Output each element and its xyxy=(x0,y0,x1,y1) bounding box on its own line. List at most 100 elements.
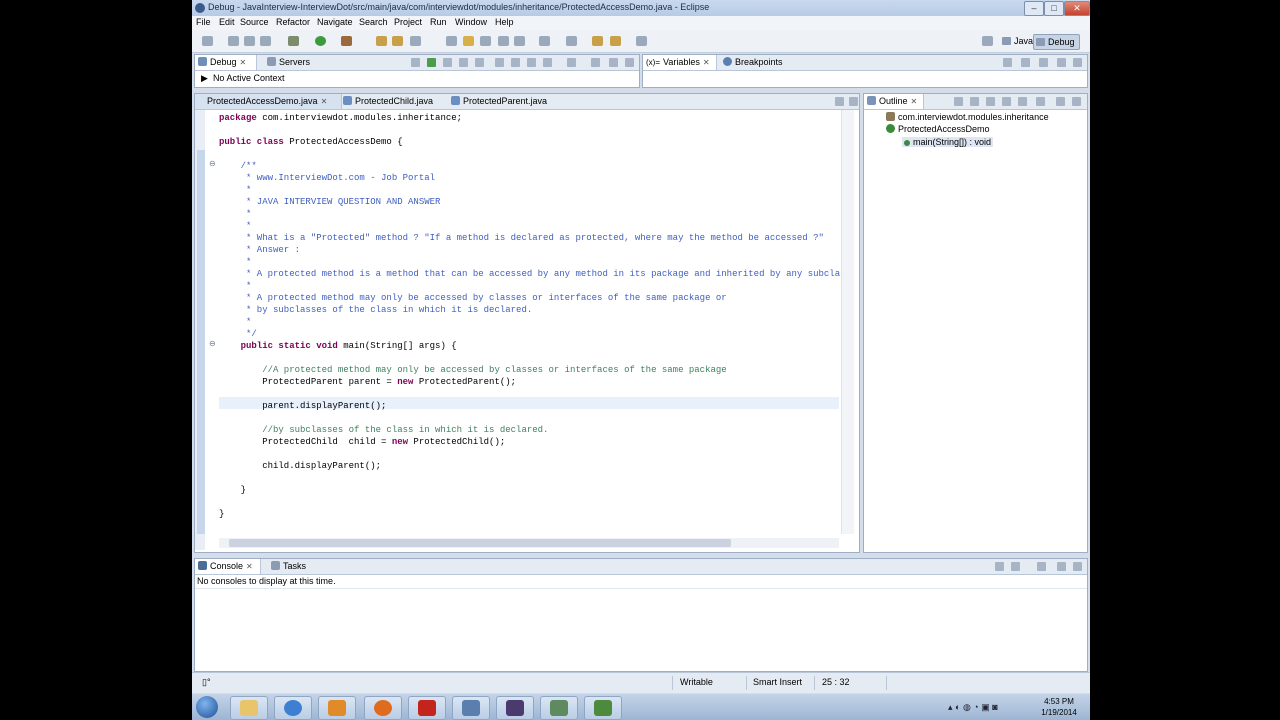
tab-protected-parent[interactable]: ProtectedParent.java xyxy=(451,94,547,109)
tab-servers[interactable]: Servers xyxy=(267,55,310,70)
fold-method-icon[interactable]: ⊖ xyxy=(209,340,217,348)
taskbar-explorer[interactable] xyxy=(230,696,268,720)
open-console-icon[interactable] xyxy=(1037,562,1046,571)
menu-edit[interactable]: Edit xyxy=(219,17,235,27)
menu-project[interactable]: Project xyxy=(394,17,422,27)
close-icon[interactable]: ✕ xyxy=(240,58,247,67)
view-menu-icon[interactable] xyxy=(1036,97,1045,106)
back-icon[interactable] xyxy=(610,36,621,46)
open-perspective-icon[interactable] xyxy=(982,36,993,46)
maximize-view-icon[interactable] xyxy=(1072,97,1081,106)
minimize-view-icon[interactable] xyxy=(1057,562,1066,571)
menu-file[interactable]: File xyxy=(196,17,211,27)
minimize-view-icon[interactable] xyxy=(609,58,618,67)
pin-console-icon[interactable] xyxy=(995,562,1004,571)
close-icon[interactable]: ✕ xyxy=(703,58,710,67)
drop-to-frame-icon[interactable] xyxy=(543,58,552,67)
debug-tree-item[interactable]: ▶ No Active Context xyxy=(201,73,284,84)
collapse-all-icon[interactable] xyxy=(954,97,963,106)
hide-static-icon[interactable] xyxy=(1002,97,1011,106)
menu-source[interactable]: Source xyxy=(240,17,269,27)
disconnect-icon[interactable] xyxy=(475,58,484,67)
highlight-icon[interactable] xyxy=(463,36,474,46)
close-icon[interactable]: ✕ xyxy=(246,562,253,571)
minimize-view-icon[interactable] xyxy=(835,97,844,106)
maximize-view-icon[interactable] xyxy=(1073,562,1082,571)
use-step-filters-icon[interactable] xyxy=(567,58,576,67)
taskbar-acrobat[interactable] xyxy=(408,696,446,720)
open-task-icon[interactable] xyxy=(392,36,403,46)
taskbar-ie[interactable] xyxy=(274,696,312,720)
minimize-button[interactable]: – xyxy=(1024,1,1044,16)
system-tray-icons[interactable]: ▴ ◐ ◍ ◔ ▣ ◙ xyxy=(948,702,1028,712)
save-icon[interactable] xyxy=(228,36,239,46)
maximize-view-icon[interactable] xyxy=(625,58,634,67)
hide-nonpublic-icon[interactable] xyxy=(1018,97,1027,106)
external-tools-icon[interactable] xyxy=(341,36,352,46)
fold-comment-icon[interactable]: ⊖ xyxy=(209,160,217,168)
run-icon[interactable] xyxy=(315,36,326,46)
forward-icon[interactable] xyxy=(636,36,647,46)
open-type-icon[interactable] xyxy=(376,36,387,46)
step-return-icon[interactable] xyxy=(527,58,536,67)
tab-tasks[interactable]: Tasks xyxy=(271,559,306,574)
show-type-names-icon[interactable] xyxy=(1003,58,1012,67)
taskbar-clock[interactable]: 4:53 PM 1/19/2014 xyxy=(1034,696,1084,718)
menu-window[interactable]: Window xyxy=(455,17,487,27)
tab-protected-access-demo[interactable]: ProtectedAccessDemo.java ✕ xyxy=(195,94,342,109)
hide-fields-icon[interactable] xyxy=(986,97,995,106)
collapse-all-icon[interactable] xyxy=(1039,58,1048,67)
tab-variables[interactable]: (x)= Variables ✕ xyxy=(643,55,717,70)
new-icon[interactable] xyxy=(202,36,213,46)
taskbar-chart[interactable] xyxy=(584,696,622,720)
tab-outline[interactable]: Outline ✕ xyxy=(864,94,924,109)
prev-annotation-icon[interactable] xyxy=(566,36,577,46)
menu-refactor[interactable]: Refactor xyxy=(276,17,310,27)
display-console-icon[interactable] xyxy=(1011,562,1020,571)
outline-method[interactable]: main(String[]) : void xyxy=(902,137,994,147)
maximize-button[interactable]: □ xyxy=(1044,1,1064,16)
debug-icon[interactable] xyxy=(288,36,299,46)
resume-icon[interactable] xyxy=(411,58,420,67)
taskbar-save[interactable] xyxy=(452,696,490,720)
terminate-icon[interactable] xyxy=(459,58,468,67)
close-icon[interactable]: ✕ xyxy=(321,97,328,106)
taskbar-firefox[interactable] xyxy=(364,696,402,720)
code-area[interactable]: package com.interviewdot.modules.inherit… xyxy=(219,110,851,532)
search-icon[interactable] xyxy=(410,36,421,46)
maximize-view-icon[interactable] xyxy=(849,97,858,106)
suspend-icon[interactable] xyxy=(443,58,452,67)
outline-class[interactable]: ProtectedAccessDemo xyxy=(886,124,990,134)
taskbar-media-player[interactable] xyxy=(318,696,356,720)
print-icon[interactable] xyxy=(260,36,271,46)
maximize-view-icon[interactable] xyxy=(1073,58,1082,67)
tab-protected-child[interactable]: ProtectedChild.java xyxy=(343,94,433,109)
close-button[interactable]: ✕ xyxy=(1064,1,1090,16)
horizontal-scrollbar[interactable] xyxy=(219,538,839,548)
close-icon[interactable]: ✕ xyxy=(911,97,918,106)
outline-package[interactable]: com.interviewdot.modules.inheritance xyxy=(886,112,1049,122)
tab-breakpoints[interactable]: Breakpoints xyxy=(723,55,783,70)
start-button[interactable] xyxy=(196,696,218,718)
scrollbar-thumb[interactable] xyxy=(229,539,731,547)
menu-help[interactable]: Help xyxy=(495,17,514,27)
menu-navigate[interactable]: Navigate xyxy=(317,17,353,27)
sort-icon[interactable] xyxy=(970,97,979,106)
step-into-icon[interactable] xyxy=(495,58,504,67)
show-whitespace-icon[interactable] xyxy=(498,36,509,46)
minimize-view-icon[interactable] xyxy=(1057,58,1066,67)
tab-debug[interactable]: Debug ✕ xyxy=(195,55,257,70)
next-annotation-icon[interactable] xyxy=(539,36,550,46)
vertical-scrollbar[interactable] xyxy=(841,110,854,534)
menu-search[interactable]: Search xyxy=(359,17,388,27)
fast-view-icon[interactable]: ▯° xyxy=(202,677,211,688)
show-logical-structure-icon[interactable] xyxy=(1021,58,1030,67)
tab-console[interactable]: Console ✕ xyxy=(195,559,261,574)
perspective-java[interactable]: Java xyxy=(1000,34,1037,48)
play-icon[interactable] xyxy=(427,58,436,67)
step-over-icon[interactable] xyxy=(511,58,520,67)
minimize-view-icon[interactable] xyxy=(1056,97,1065,106)
view-menu-icon[interactable] xyxy=(591,58,600,67)
taskbar-eclipse[interactable] xyxy=(496,696,534,720)
block-select-icon[interactable] xyxy=(480,36,491,46)
